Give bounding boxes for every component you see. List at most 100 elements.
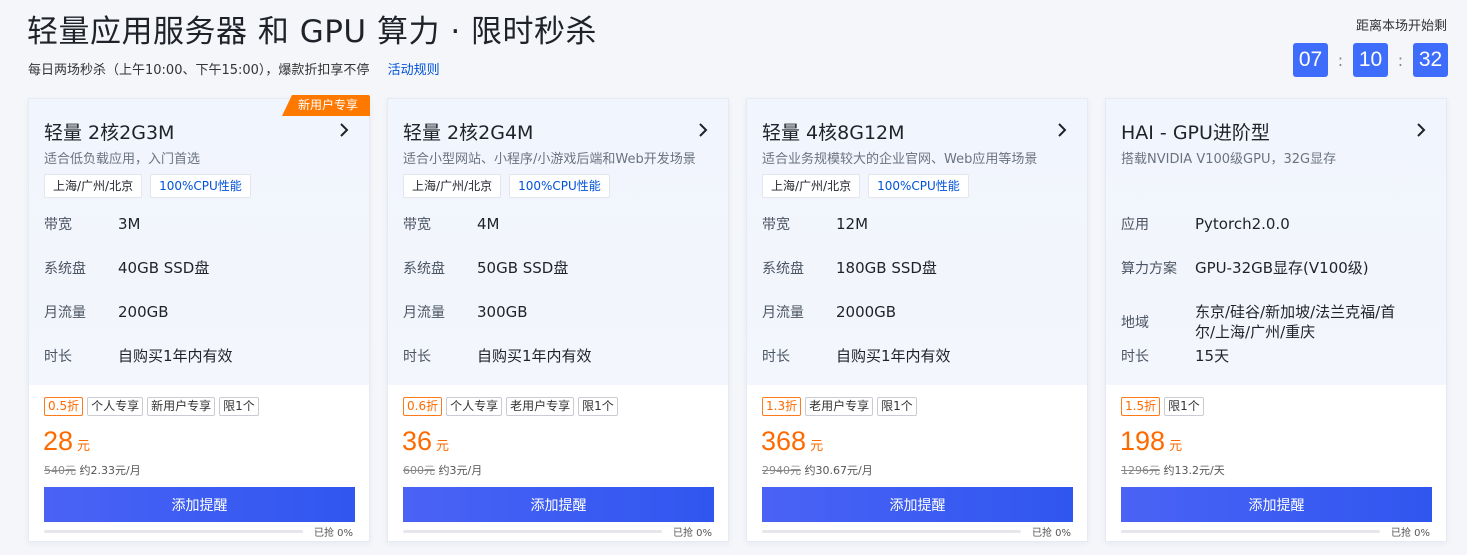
region-tag: 上海/广州/北京 (762, 174, 861, 198)
promo-tags: 1.3折 老用户专享 限1个 (762, 397, 921, 416)
price: 28 元 (43, 426, 90, 457)
per-period-price: 约30.67元/月 (804, 464, 873, 477)
card-title[interactable]: 轻量 2核2G3M (44, 118, 174, 145)
spec-row: 时长 自购买1年内有效 (44, 346, 233, 366)
spec-row: 系统盘 40GB SSD盘 (44, 258, 209, 278)
card-title[interactable]: 轻量 2核2G4M (403, 118, 533, 145)
promo-tag: 个人专享 (87, 397, 144, 416)
spec-row: 应用 Pytorch2.0.0 (1121, 214, 1290, 234)
sold-progress-text: 已抢 0% (1390, 528, 1430, 539)
cpu-tag: 100%CPU性能 (150, 174, 251, 198)
rules-link[interactable]: 活动规则 (388, 63, 440, 78)
spec-label: 带宽 (403, 217, 431, 233)
spec-value: 15天 (1195, 347, 1230, 365)
spec-value: 4M (477, 215, 500, 233)
promo-tag: 新用户专享 (147, 397, 216, 416)
cpu-tag: 100%CPU性能 (509, 174, 610, 198)
page-title: 轻量应用服务器 和 GPU 算力 · 限时秒杀 (27, 14, 598, 50)
add-reminder-button[interactable]: 添加提醒 (403, 487, 714, 522)
spec-value: GPU-32GB显存(V100级) (1195, 259, 1369, 277)
cpu-tag: 100%CPU性能 (868, 174, 969, 198)
spec-row: 带宽 3M (44, 214, 141, 234)
spec-row: 带宽 4M (403, 214, 500, 234)
promo-tag: 老用户专享 (506, 397, 575, 416)
spec-value: 东京/硅谷/新加坡/法兰克福/首尔/上海/广州/重庆 (1195, 303, 1396, 341)
feature-tags: 上海/广州/北京 100%CPU性能 (762, 174, 977, 198)
spec-label: 算力方案 (1121, 261, 1177, 277)
spec-label: 时长 (762, 349, 790, 365)
spec-row: 带宽 12M (762, 214, 868, 234)
price-unit: 元 (810, 439, 824, 454)
spec-label: 时长 (403, 349, 431, 365)
page-subtitle: 每日两场秒杀（上午10:00、下午15:00），爆款折扣享不停 (28, 63, 370, 78)
spec-label: 月流量 (44, 305, 86, 321)
chevron-right-icon[interactable] (335, 121, 353, 139)
spec-label: 带宽 (44, 217, 72, 233)
product-card[interactable]: HAI - GPU进阶型搭载NVIDIA V100级GPU，32G显存 应用 Pyt… (1105, 98, 1447, 542)
price-value: 36 (402, 426, 433, 456)
spec-row: 时长 自购买1年内有效 (762, 346, 951, 366)
product-card[interactable]: 轻量 4核8G12M 适合业务规模较大的企业官网、Web应用等场景上海/广州/北京… (746, 98, 1088, 542)
price-value: 368 (761, 426, 807, 456)
price: 36 元 (402, 426, 449, 457)
promo-tag: 限1个 (578, 397, 618, 416)
countdown-separator: : (1337, 50, 1344, 70)
spec-row: 月流量 200GB (44, 302, 169, 322)
spec-row: 时长 自购买1年内有效 (403, 346, 592, 366)
spec-row: 月流量 2000GB (762, 302, 896, 322)
promo-tag: 老用户专享 (805, 397, 874, 416)
card-description: 适合业务规模较大的企业官网、Web应用等场景 (762, 152, 1038, 167)
spec-value: 3M (118, 215, 141, 233)
spec-label: 应用 (1121, 217, 1149, 233)
spec-row: 时长 15天 (1121, 346, 1229, 366)
region-tag: 上海/广州/北京 (44, 174, 143, 198)
sold-progress-text: 已抢 0% (1031, 528, 1071, 539)
price-unit: 元 (77, 439, 91, 454)
spec-label: 时长 (44, 349, 72, 365)
price: 198 元 (1120, 426, 1182, 457)
feature-tags: 上海/广州/北京 100%CPU性能 (44, 174, 259, 198)
sold-progress-text: 已抢 0% (313, 528, 353, 539)
spec-label: 系统盘 (44, 261, 86, 277)
per-period-price: 约13.2元/天 (1163, 464, 1225, 477)
spec-row: 地域 东京/硅谷/新加坡/法兰克福/首尔/上海/广州/重庆 (1121, 302, 1415, 342)
product-card[interactable]: 轻量 2核2G4M 适合小型网站、小程序/小游戏后端和Web开发场景上海/广州/北… (387, 98, 729, 542)
promo-tag: 个人专享 (446, 397, 503, 416)
spec-label: 时长 (1121, 349, 1149, 365)
promo-tag: 限1个 (1164, 397, 1204, 416)
chevron-right-icon[interactable] (1053, 121, 1071, 139)
card-description: 适合低负载应用，入门首选 (44, 152, 201, 167)
spec-row: 系统盘 50GB SSD盘 (403, 258, 568, 278)
spec-label: 地域 (1121, 315, 1149, 331)
price-unit: 元 (436, 439, 450, 454)
spec-value: 2000GB (836, 303, 897, 321)
new-user-badge: 新用户专享 (281, 95, 370, 116)
chevron-right-icon[interactable] (1412, 121, 1430, 139)
per-period-price: 约2.33元/月 (79, 464, 141, 477)
sold-progress-bar (1121, 530, 1380, 533)
chevron-right-icon[interactable] (694, 121, 712, 139)
promo-tags: 1.5折 限1个 (1121, 397, 1208, 416)
price-value: 198 (1120, 426, 1166, 456)
region-tag: 上海/广州/北京 (403, 174, 502, 198)
product-card[interactable]: 新用户专享 轻量 2核2G3M 适合低负载应用，入门首选 上海/广州/北京 100%CP… (28, 95, 370, 542)
spec-value: Pytorch2.0.0 (1195, 215, 1290, 233)
spec-value: 40GB SSD盘 (118, 259, 210, 277)
feature-tags: 上海/广州/北京 100%CPU性能 (403, 174, 618, 198)
add-reminder-button[interactable]: 添加提醒 (44, 487, 355, 522)
promo-tag: 限1个 (877, 397, 917, 416)
countdown-hours: 07 (1293, 43, 1328, 77)
card-description: 搭载NVIDIA V100级GPU，32G显存 (1121, 152, 1337, 167)
card-title[interactable]: 轻量 4核8G12M (762, 118, 905, 145)
card-title[interactable]: HAI - GPU进阶型 (1121, 118, 1270, 145)
original-price: 1296元 (1121, 464, 1160, 477)
original-price-row: 1296元 约13.2元/天 (1121, 462, 1225, 478)
add-reminder-button[interactable]: 添加提醒 (1121, 487, 1432, 522)
card-description: 适合小型网站、小程序/小游戏后端和Web开发场景 (403, 152, 696, 167)
add-reminder-button[interactable]: 添加提醒 (762, 487, 1073, 522)
promo-tag: 限1个 (219, 397, 259, 416)
discount-tag: 1.5折 (1121, 397, 1161, 416)
price-value: 28 (43, 426, 74, 456)
original-price-row: 540元 约2.33元/月 (44, 462, 141, 478)
spec-label: 系统盘 (403, 261, 445, 277)
